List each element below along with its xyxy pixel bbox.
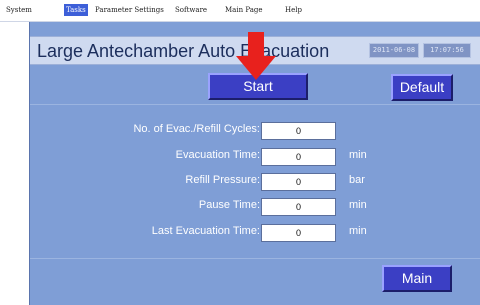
default-button[interactable]: Default xyxy=(391,74,453,101)
evacuation-time-input[interactable]: 0 xyxy=(261,148,336,166)
date-display: 2011-06-08 xyxy=(369,43,419,58)
evacuation-time-label: Evacuation Time: xyxy=(175,149,260,161)
pause-time-unit: min xyxy=(349,199,367,211)
cycles-label: No. of Evac./Refill Cycles: xyxy=(133,123,260,135)
last-evacuation-time-input[interactable]: 0 xyxy=(261,224,336,242)
pause-time-input[interactable]: 0 xyxy=(261,198,336,216)
last-evacuation-time-label: Last Evacuation Time: xyxy=(151,225,260,237)
menu-help[interactable]: Help xyxy=(283,4,304,16)
red-down-arrow-icon xyxy=(236,32,276,80)
page-title: Large Antechamber Auto Evacuation xyxy=(37,41,330,61)
pause-time-label: Pause Time: xyxy=(198,199,260,211)
evacuation-time-unit: min xyxy=(349,149,367,161)
menu-bar: System Tasks Parameter Settings Software… xyxy=(0,0,480,22)
cycles-input[interactable]: 0 xyxy=(261,122,336,140)
divider xyxy=(30,104,480,105)
menu-parameter-settings[interactable]: Parameter Settings xyxy=(93,4,166,16)
last-evacuation-time-unit: min xyxy=(349,225,367,237)
time-display: 17:07:56 xyxy=(423,43,471,58)
main-button[interactable]: Main xyxy=(382,265,452,292)
divider xyxy=(30,258,480,259)
menu-system[interactable]: System xyxy=(4,4,34,16)
menu-main-page[interactable]: Main Page xyxy=(223,4,265,16)
refill-pressure-unit: bar xyxy=(349,174,365,186)
menu-software[interactable]: Software xyxy=(173,4,209,16)
refill-pressure-label: Refill Pressure: xyxy=(185,174,260,186)
menu-tasks[interactable]: Tasks xyxy=(64,4,88,16)
refill-pressure-input[interactable]: 0 xyxy=(261,173,336,191)
